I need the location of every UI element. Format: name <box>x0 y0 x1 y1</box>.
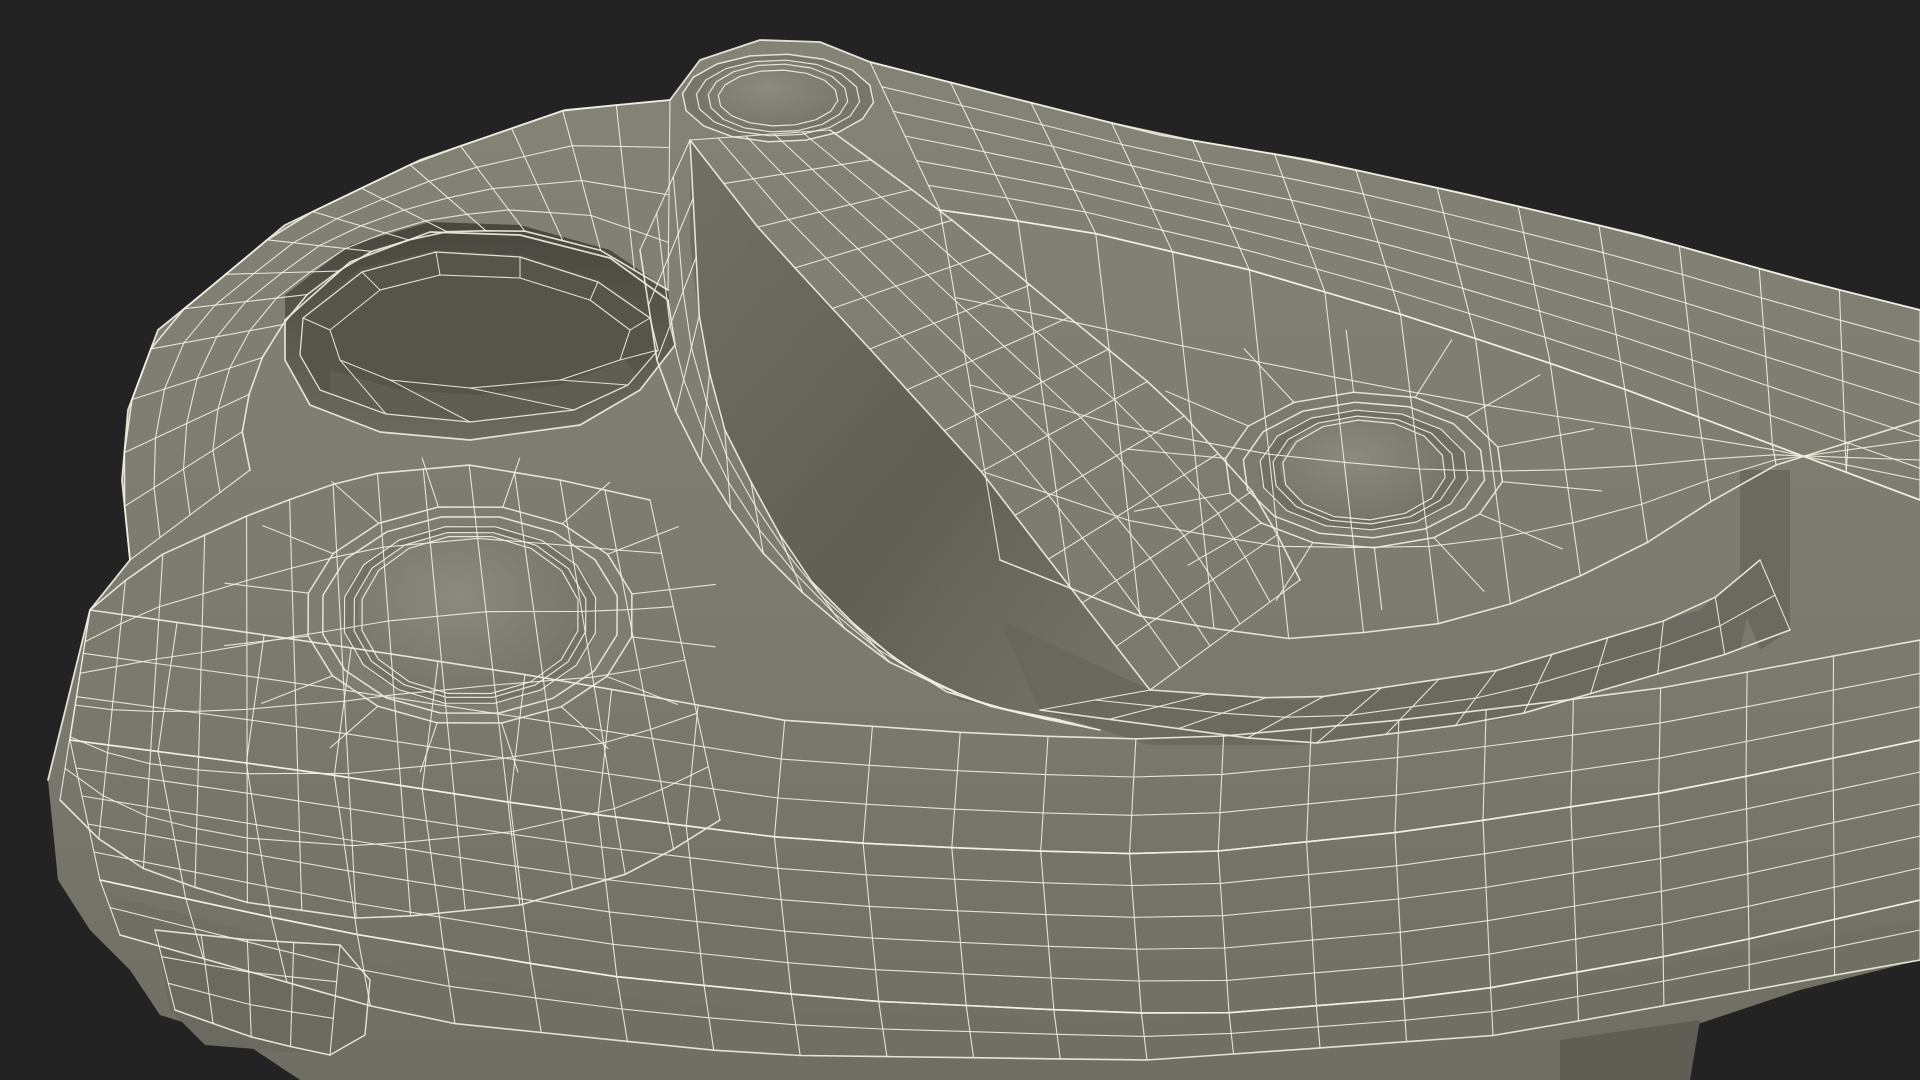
render-viewport <box>0 0 1920 1080</box>
wireframe-model-render <box>47 39 1920 1080</box>
